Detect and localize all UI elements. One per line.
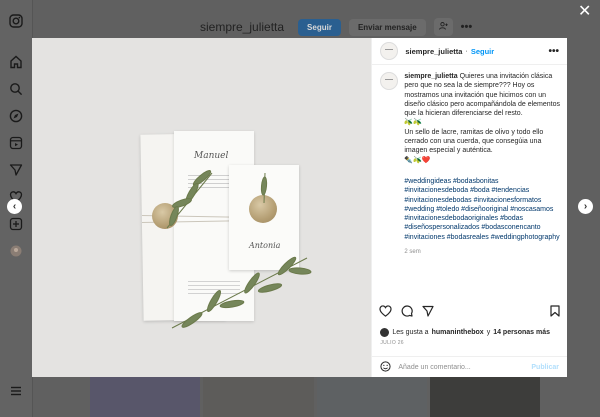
post-image[interactable]: Manuel Antonia xyxy=(32,38,372,377)
likes-conjunction: y xyxy=(486,329,491,336)
time-ago: 2 sem xyxy=(404,249,421,256)
create-icon[interactable] xyxy=(8,217,24,233)
more-options-icon[interactable]: ••• xyxy=(548,46,559,57)
close-icon[interactable]: ✕ xyxy=(578,4,591,20)
caption-emoji-2: ✒️🫒❤️ xyxy=(404,156,431,164)
profile-message-button[interactable]: Enviar mensaje xyxy=(348,18,426,36)
avatar[interactable] xyxy=(380,42,399,60)
suggest-people-icon[interactable] xyxy=(433,18,453,36)
comment-box: Añade un comentario... Publicar xyxy=(372,356,567,378)
search-icon[interactable] xyxy=(8,82,24,98)
caption-username[interactable]: siempre_julietta xyxy=(404,73,457,80)
previous-post-icon[interactable]: ‹ xyxy=(7,199,22,214)
separator-dot: · xyxy=(465,47,468,55)
publish-button[interactable]: Publicar xyxy=(531,364,559,371)
profile-header: siempre_julietta Seguir Enviar mensaje •… xyxy=(200,16,472,38)
post-username[interactable]: siempre_julietta xyxy=(405,47,462,56)
instagram-icon[interactable] xyxy=(8,14,24,30)
post-details-panel: siempre_julietta · Seguir ••• siempre_ju… xyxy=(371,38,567,377)
likes-line: Les gusta a humaninthebox y 14 personas … xyxy=(380,328,550,337)
action-bar xyxy=(379,304,560,320)
avatar[interactable] xyxy=(380,72,399,90)
grid-tile[interactable] xyxy=(316,376,427,417)
post-modal: Manuel Antonia siempre_julietta · Seguir… xyxy=(32,38,567,377)
profile-username[interactable]: siempre_julietta xyxy=(200,20,284,34)
share-icon[interactable] xyxy=(422,305,434,320)
comment-icon[interactable] xyxy=(401,304,414,320)
profile-follow-button[interactable]: Seguir xyxy=(298,18,341,36)
likes-prefix: Les gusta a xyxy=(392,329,429,336)
emoji-icon[interactable] xyxy=(380,360,391,375)
caption-emoji: 🫒🫒 xyxy=(404,119,422,127)
heart-icon[interactable] xyxy=(379,304,392,320)
reels-icon[interactable] xyxy=(8,136,24,152)
profile-grid-preview xyxy=(90,376,540,417)
post-date: JULIO 26 xyxy=(380,340,404,346)
next-post-icon[interactable]: › xyxy=(578,199,593,214)
grid-tile[interactable] xyxy=(203,376,314,417)
bookmark-icon[interactable] xyxy=(550,304,560,320)
explore-icon[interactable] xyxy=(8,109,24,125)
liker-avatar[interactable] xyxy=(380,328,390,337)
follow-button[interactable]: Seguir xyxy=(471,47,494,56)
hashtags[interactable]: #weddingideas #bodasbonitas #invitacione… xyxy=(404,177,561,242)
olive-branches xyxy=(166,170,312,329)
caption-block: siempre_julietta Quieres una invitación … xyxy=(380,72,561,257)
likes-count[interactable]: 14 personas más xyxy=(493,329,550,336)
comment-input[interactable]: Añade un comentario... xyxy=(398,364,524,371)
profile-avatar[interactable] xyxy=(8,244,24,260)
profile-more-icon[interactable]: ••• xyxy=(461,21,473,33)
liker-username[interactable]: humaninthebox xyxy=(432,329,484,336)
post-header: siempre_julietta · Seguir ••• xyxy=(372,38,567,65)
grid-tile[interactable] xyxy=(90,376,201,417)
messages-icon[interactable] xyxy=(8,163,24,179)
caption-text-2: Un sello de lacre, ramitas de olivo y to… xyxy=(404,128,544,155)
menu-icon[interactable] xyxy=(8,384,24,400)
home-icon[interactable] xyxy=(8,55,24,71)
caption: siempre_julietta Quieres una invitación … xyxy=(404,72,561,257)
grid-tile[interactable] xyxy=(429,376,540,417)
